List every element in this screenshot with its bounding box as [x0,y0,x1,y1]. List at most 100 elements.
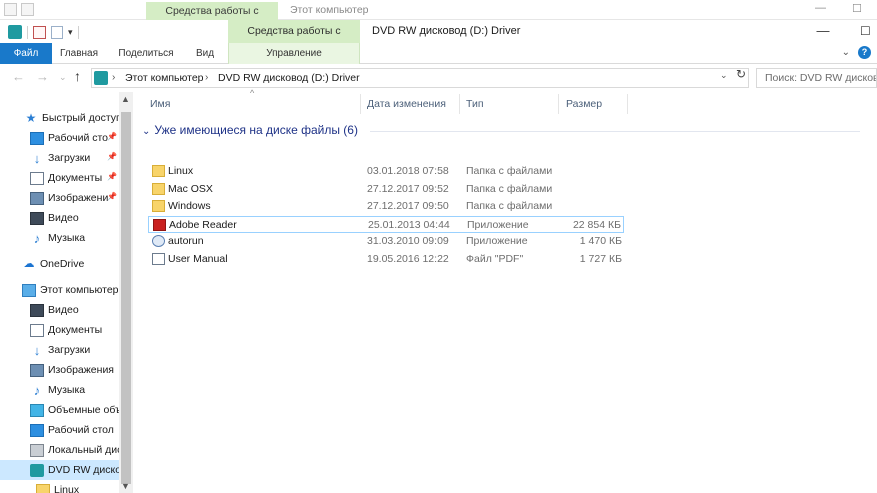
column-header-date[interactable]: Дата изменения [367,92,459,116]
file-row[interactable]: User Manual 19.05.2016 12:22 Файл "PDF" 1 7… [148,251,624,268]
scroll-up-icon[interactable]: ▲ [121,94,130,104]
nav-item[interactable]: Документы [0,320,119,340]
toolbar-divider [27,25,28,39]
nav-item-label: Рабочий сто [48,132,109,144]
column-header-type[interactable]: Тип [466,92,558,116]
nav-item[interactable]: ☁ OneDrive [0,254,119,274]
nav-item-label: Документы [48,324,103,336]
tab-home[interactable]: Главная [52,43,106,64]
background-minimize-button[interactable]: — [815,2,826,14]
nav-item-label: Видео [48,212,79,224]
nav-item[interactable]: ♪ Музыка [0,228,119,248]
music-icon: ♪ [33,230,41,246]
nav-item-label: Рабочий стол [48,424,114,436]
file-size: 1 727 КБ [579,252,622,265]
nav-item[interactable]: Объемные объ [0,400,119,420]
file-date: 25.01.2013 04:44 [368,218,450,231]
dvd-drive-icon [94,71,108,85]
up-arrow-icon[interactable]: ↑ [74,68,81,84]
customize-toolbar-icon[interactable]: ▾ [68,27,73,38]
file-row[interactable]: Linux 03.01.2018 07:58 Папка с файлами [148,163,624,180]
background-maximize-button[interactable]: ☐ [852,2,862,15]
nav-item[interactable]: Видео [0,300,119,320]
minimize-button[interactable]: — [812,22,834,40]
expand-ribbon-icon[interactable]: ⌄ [842,47,850,58]
collapse-chevron-icon[interactable]: ⌄ [142,126,150,137]
dvd-drive-icon[interactable] [8,25,22,39]
nav-item[interactable]: Рабочий сто 📌 [0,128,119,148]
file-row[interactable]: autorun 31.03.2010 09:09 Приложение 1 470 К… [148,233,624,250]
breadcrumb-this-pc[interactable]: Этот компьютер [125,72,204,84]
nav-item[interactable]: Рабочий стол [0,420,119,440]
pin-icon[interactable]: 📌 [107,132,117,141]
nav-item[interactable]: Изображени 📌 [0,188,119,208]
nav-item[interactable]: ♪ Музыка [0,380,119,400]
back-arrow-icon[interactable]: ← [12,69,25,84]
background-window-titlebar: Средства работы с дисками Этот компьютер… [0,0,877,35]
nav-item-label: Загрузки [48,152,91,164]
breadcrumb-separator-icon[interactable]: › [112,72,115,83]
file-row[interactable]: Mac OSX 27.12.2017 09:52 Папка с файлами [148,181,624,198]
group-header[interactable]: ⌄ Уже имеющиеся на диске файлы (6) [142,123,358,137]
pin-icon[interactable]: 📌 [107,172,117,181]
help-icon[interactable]: ? [858,46,871,59]
nav-item[interactable]: DVD RW дисков [0,460,119,480]
pin-icon[interactable]: 📌 [107,192,117,201]
ribbon-controls: ⌄ ? [842,46,871,59]
breadcrumb-dvd-drive[interactable]: DVD RW дисковод (D:) Driver [218,72,360,84]
maximize-button[interactable]: ☐ [860,22,877,40]
address-history-icon[interactable]: ⌄ [720,70,728,81]
file-row[interactable]: Adobe Reader 25.01.2013 04:44 Приложение 22… [148,215,624,233]
properties-icon[interactable] [33,25,46,39]
file-date: 31.03.2010 09:09 [367,235,449,247]
nav-item-label: Этот компьютер [40,284,119,296]
nav-item[interactable]: Видео [0,208,119,228]
refresh-icon[interactable]: ↻ [736,67,746,81]
scroll-thumb[interactable] [121,112,131,484]
file-type: Папка с файлами [466,165,553,177]
pin-icon[interactable]: 📌 [107,152,117,161]
video-icon [30,211,44,225]
tab-share[interactable]: Поделиться [112,43,180,64]
page-icon [21,3,34,16]
search-input[interactable]: Поиск: DVD RW дисковод (D:) Driver [756,68,877,88]
nav-scrollbar[interactable]: ▲ ▼ [119,92,133,493]
column-header-size[interactable]: Размер [566,92,626,116]
nav-item-label: Linux [54,484,80,493]
file-type: Файл "PDF" [466,252,524,265]
address-row: ← → ⌄ ↑ › Этот компьютер › DVD RW дисков… [0,66,877,90]
nav-item[interactable]: Linux [0,480,119,493]
nav-item[interactable]: Документы 📌 [0,168,119,188]
forward-arrow-icon[interactable]: → [36,69,49,84]
address-bar[interactable]: › Этот компьютер › DVD RW дисковод (D:) … [91,68,749,88]
nav-item[interactable]: Этот компьютер [0,280,119,300]
toolbar-divider [77,25,79,39]
folder-icon [36,483,50,493]
new-folder-icon[interactable] [51,25,63,39]
hard-drive-icon [30,443,44,457]
background-contextual-tab[interactable]: Средства работы с дисками [146,2,278,35]
nav-item[interactable]: Изображения [0,360,119,380]
file-row[interactable]: Windows 27.12.2017 09:50 Папка с файлами [148,198,624,215]
star-icon: ★ [25,110,37,125]
scroll-down-icon[interactable]: ▼ [121,481,130,491]
nav-item-label: Видео [48,304,79,316]
nav-item[interactable]: Локальный дис [0,440,119,460]
tab-view[interactable]: Вид [188,43,222,64]
nav-item[interactable]: ↓ Загрузки [0,340,119,360]
breadcrumb-separator-icon[interactable]: › [205,72,208,83]
nav-item[interactable]: ★ Быстрый доступ [0,108,119,128]
column-divider[interactable] [459,94,460,114]
setup-app-icon [152,235,165,247]
group-label: Уже имеющиеся на диске файлы (6) [154,123,358,137]
column-divider[interactable] [360,94,361,114]
tab-file[interactable]: Файл [0,43,52,64]
dvd-drive-icon [30,463,44,477]
column-divider[interactable] [558,94,559,114]
documents-icon [30,323,44,337]
nav-item[interactable]: ↓ Загрузки 📌 [0,148,119,168]
recent-locations-icon[interactable]: ⌄ [59,72,67,83]
column-divider[interactable] [627,94,628,114]
tab-manage[interactable]: Управление [228,43,360,64]
nav-item-label: Изображения [48,364,114,376]
